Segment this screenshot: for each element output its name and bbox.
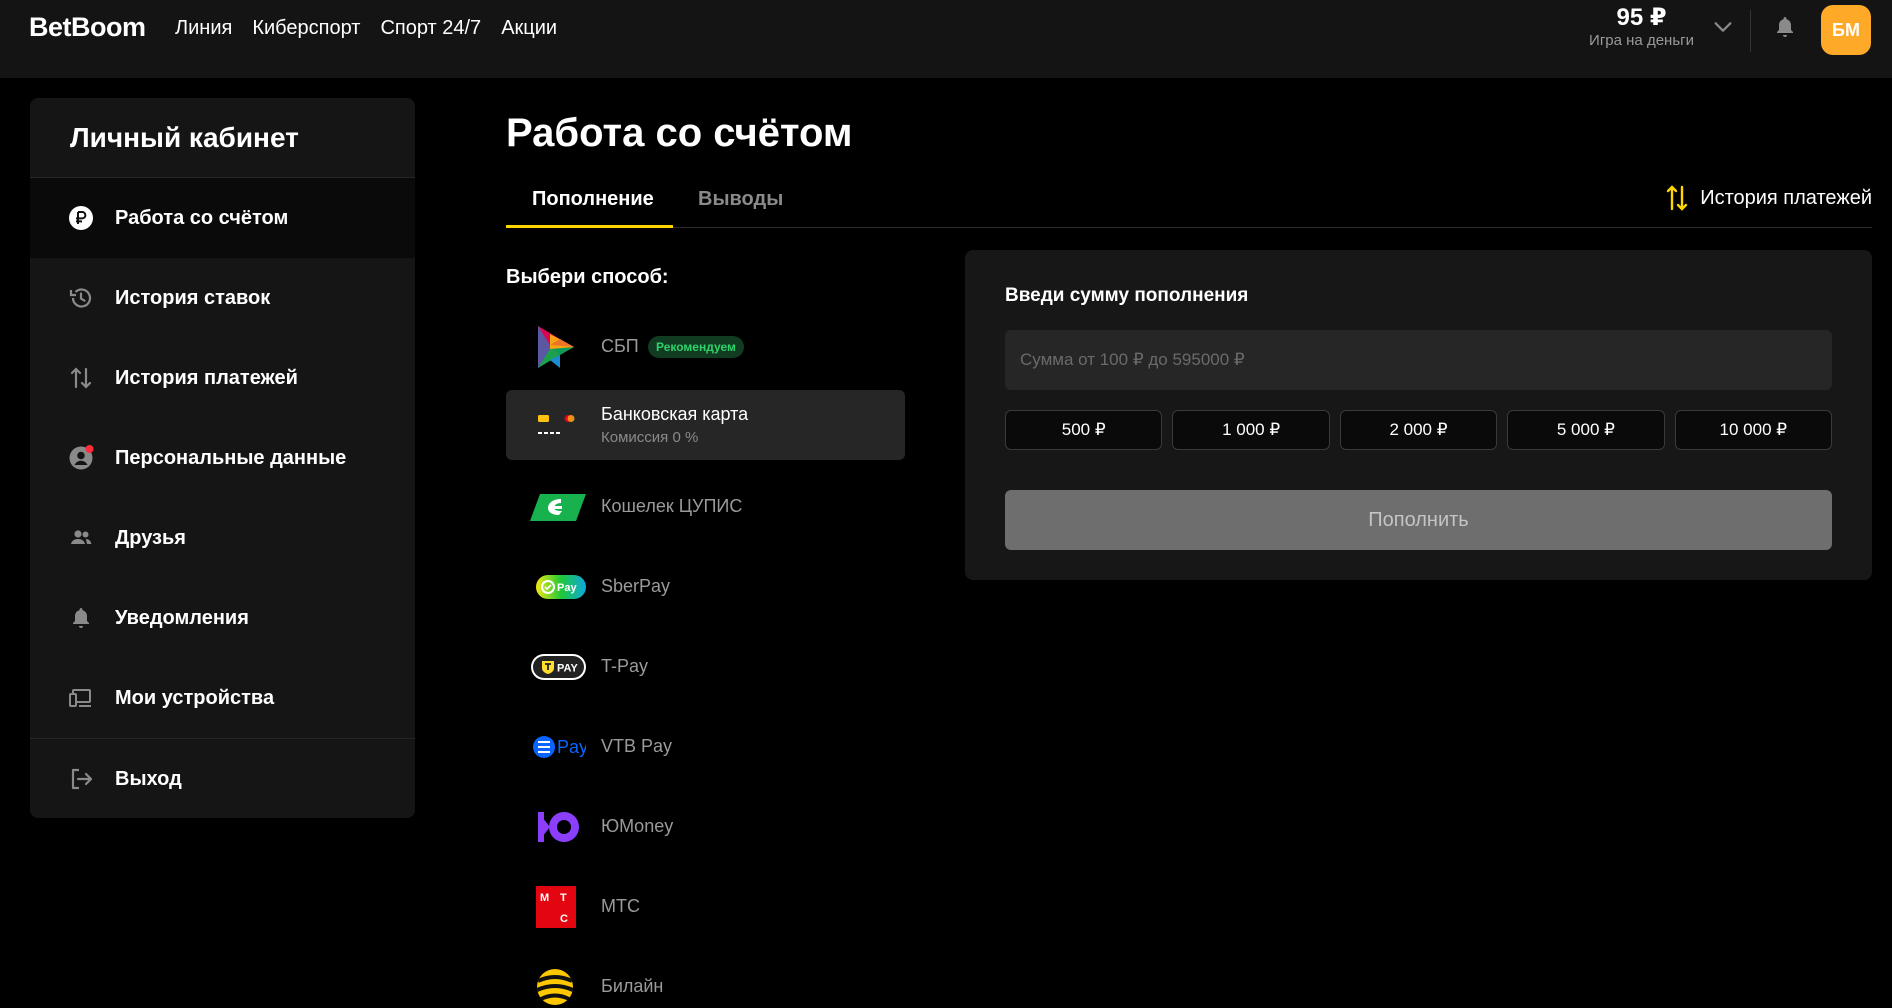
balance-amount: 95 ₽: [1616, 4, 1667, 31]
tabs-divider: [506, 227, 1872, 228]
balance-widget[interactable]: 95 ₽ Игра на деньги: [1589, 5, 1694, 51]
sidebar-item-devices[interactable]: Мои устройства: [30, 658, 415, 738]
payment-history-link[interactable]: История платежей: [1664, 183, 1872, 213]
sidebar-item-label: Уведомления: [115, 607, 249, 629]
svg-text:PAY: PAY: [557, 663, 578, 675]
yumoney-logo: [538, 812, 579, 842]
payment-method-name: ЮMoney: [601, 816, 674, 836]
sidebar-item-label: История платежей: [115, 367, 298, 389]
tab-withdrawals[interactable]: Выводы: [698, 186, 783, 212]
active-tab-indicator: [506, 225, 673, 228]
quick-amount-button[interactable]: 500 ₽: [1005, 410, 1163, 450]
ruble-icon: [69, 206, 93, 230]
payment-method-commission: Комиссия 0 %: [601, 429, 699, 446]
recommended-badge: Рекомендуем: [648, 336, 744, 358]
transfer-arrows-icon: [1666, 185, 1688, 211]
payment-method-sbp[interactable]: СБП Рекомендуем: [506, 312, 905, 382]
sidebar-item-account[interactable]: Работа со счётом: [30, 178, 415, 258]
transfer-arrows-icon: [70, 367, 92, 389]
deposit-submit-button[interactable]: Пополнить: [1005, 490, 1832, 550]
notification-dot: [85, 445, 94, 453]
quick-amount-button[interactable]: 10 000 ₽: [1674, 410, 1833, 450]
payment-method-name: СБП: [601, 336, 639, 356]
payment-method-vtbpay[interactable]: Pay VTB Pay: [506, 712, 905, 782]
quick-amount-button[interactable]: 1 000 ₽: [1172, 410, 1330, 450]
payment-method-name: Банковская карта: [601, 404, 749, 424]
bell-icon: [73, 608, 89, 628]
payment-method-yumoney[interactable]: ЮMoney: [506, 792, 905, 862]
svg-text:Т: Т: [560, 892, 567, 904]
avatar[interactable]: БМ: [1821, 5, 1871, 55]
logout-icon: [71, 768, 93, 790]
devices-icon: [69, 689, 91, 707]
main-nav: Линия Киберспорт Спорт 24/7 Акции: [175, 16, 557, 40]
chevron-down-icon[interactable]: [1712, 16, 1734, 38]
deposit-panel: Введи сумму пополнения 500 ₽ 1 000 ₽ 2 0…: [965, 250, 1872, 580]
payment-method-sberpay[interactable]: Pay SberPay: [506, 552, 905, 622]
quick-amounts: 500 ₽ 1 000 ₽ 2 000 ₽ 5 000 ₽ 10 000 ₽: [1005, 410, 1833, 450]
choose-method-label: Выбери способ:: [506, 266, 669, 288]
mts-logo: М Т С: [536, 886, 576, 928]
tab-deposit[interactable]: Пополнение: [532, 186, 654, 212]
sidebar-item-bet-history[interactable]: История ставок: [30, 258, 415, 338]
betboom-logo[interactable]: BetBoom: [29, 12, 146, 43]
bank-card-logo: [538, 415, 575, 434]
payment-method-name: VTB Pay: [601, 736, 673, 756]
sidebar-item-label: Работа со счётом: [115, 207, 289, 229]
payment-method-tpay[interactable]: PAY T-Pay: [506, 632, 905, 702]
sidebar-title: Личный кабинет: [70, 122, 299, 153]
vtbpay-logo: Pay: [533, 736, 586, 758]
quick-amount-button[interactable]: 5 000 ₽: [1507, 410, 1665, 450]
payment-method-bank-card[interactable]: Банковская карта Комиссия 0 %: [506, 390, 905, 460]
user-icon: [69, 445, 94, 470]
deposit-title: Введи сумму пополнения: [1005, 285, 1249, 306]
sbp-logo: [538, 326, 574, 368]
sidebar-item-personal-data[interactable]: Персональные данные: [30, 418, 415, 498]
payment-method-name: МТС: [601, 896, 640, 916]
svg-text:М: М: [540, 892, 549, 904]
sidebar-item-notifications[interactable]: Уведомления: [30, 578, 415, 658]
sidebar-item-label: История ставок: [115, 287, 271, 309]
payment-method-name: T-Pay: [601, 656, 649, 676]
top-header: BetBoom Линия Киберспорт Спорт 24/7 Акци…: [0, 0, 1892, 78]
svg-text:С: С: [560, 913, 568, 925]
sidebar-item-logout[interactable]: Выход: [30, 739, 415, 818]
amount-input[interactable]: [1005, 330, 1832, 390]
sidebar-item-label: Персональные данные: [115, 447, 347, 469]
sberpay-logo: Pay: [536, 575, 586, 599]
account-sidebar: Личный кабинет Работа со счётом История …: [30, 98, 415, 818]
balance-label: Игра на деньги: [1589, 32, 1694, 49]
payment-method-beeline[interactable]: Билайн: [506, 952, 905, 1008]
sidebar-item-payment-history[interactable]: История платежей: [30, 338, 415, 418]
payment-method-name: SberPay: [601, 576, 671, 596]
bell-icon[interactable]: [1773, 15, 1797, 39]
tpay-logo: PAY: [531, 654, 586, 680]
nav-link-sport-24-7[interactable]: Спорт 24/7: [380, 16, 481, 40]
sidebar-item-label: Мои устройства: [115, 687, 275, 709]
history-icon: [69, 288, 92, 308]
payment-method-mts[interactable]: М Т С МТС: [506, 872, 905, 942]
friends-icon: [71, 530, 92, 544]
sidebar-item-label: Выход: [115, 768, 182, 790]
quick-amount-button[interactable]: 2 000 ₽: [1339, 410, 1498, 450]
cupis-logo: [530, 494, 586, 521]
payment-method-name: Кошелек ЦУПИС: [601, 496, 743, 516]
page-title: Работа со счётом: [506, 111, 853, 155]
svg-text:Pay: Pay: [557, 737, 586, 757]
nav-link-esports[interactable]: Киберспорт: [252, 16, 360, 40]
payment-method-cupis[interactable]: Кошелек ЦУПИС: [506, 472, 905, 542]
svg-text:Pay: Pay: [557, 582, 577, 594]
sidebar-item-label: Друзья: [115, 527, 186, 549]
header-divider: [1750, 10, 1751, 52]
payment-method-name: Билайн: [601, 976, 664, 996]
nav-link-line[interactable]: Линия: [175, 16, 232, 40]
sidebar-item-friends[interactable]: Друзья: [30, 498, 415, 578]
beeline-logo: [536, 969, 574, 1005]
payment-history-label: История платежей: [1700, 187, 1872, 209]
nav-link-promotions[interactable]: Акции: [501, 16, 557, 40]
